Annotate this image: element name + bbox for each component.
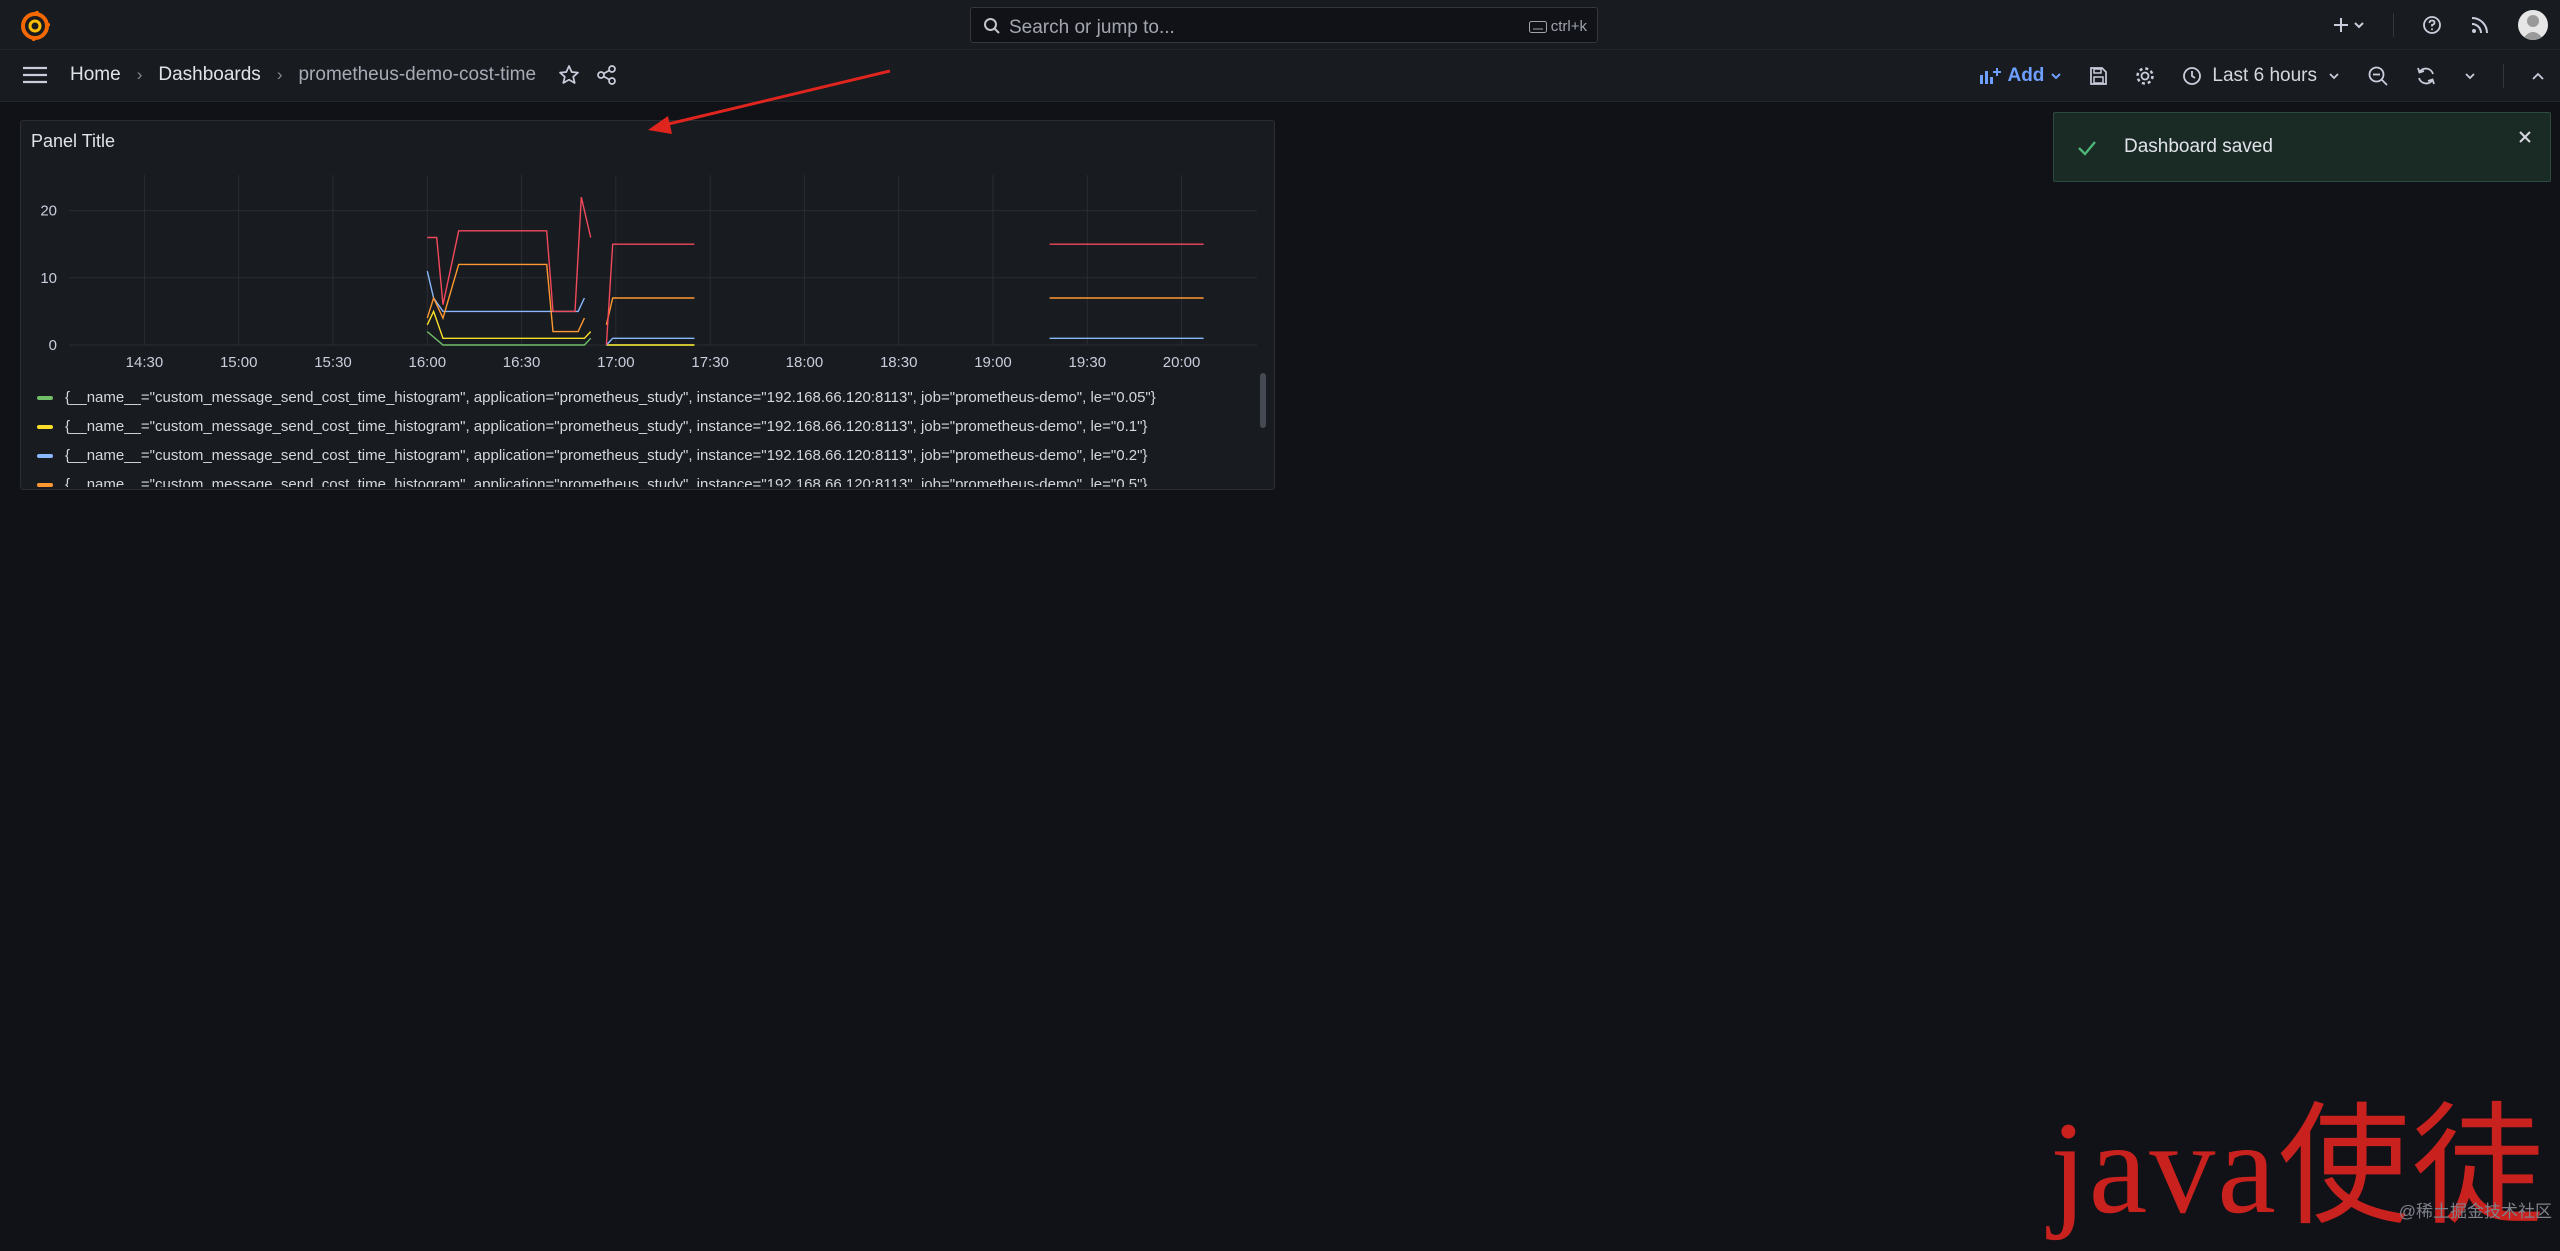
series-line-2 xyxy=(606,338,694,345)
keyboard-icon xyxy=(1529,21,1547,33)
menu-toggle-button[interactable] xyxy=(22,65,48,90)
search-shortcut: ctrl+k xyxy=(1529,18,1587,35)
star-icon xyxy=(558,64,580,86)
user-icon xyxy=(2518,10,2548,40)
top-bar: Search or jump to... ctrl+k xyxy=(0,0,2560,50)
add-button[interactable]: Add xyxy=(1979,65,2062,87)
success-toast: Dashboard saved xyxy=(2053,112,2551,182)
star-button[interactable] xyxy=(558,64,580,86)
rss-icon xyxy=(2470,15,2490,35)
legend-item[interactable]: {__name__="custom_message_send_cost_time… xyxy=(37,441,1262,470)
breadcrumb: Home › Dashboards › prometheus-demo-cost… xyxy=(70,64,618,86)
time-range-label: Last 6 hours xyxy=(2212,65,2317,87)
legend-swatch xyxy=(37,396,53,400)
gear-icon xyxy=(2134,65,2156,87)
divider xyxy=(2503,64,2504,88)
share-icon xyxy=(596,64,618,86)
legend-item[interactable]: {__name__="custom_message_send_cost_time… xyxy=(37,383,1262,412)
grafana-logo-icon[interactable] xyxy=(20,11,50,41)
refresh-interval-dropdown[interactable] xyxy=(2463,71,2477,81)
legend-swatch xyxy=(37,454,53,458)
x-tick-label: 19:30 xyxy=(1069,354,1107,371)
toast-close-button[interactable] xyxy=(2516,128,2534,151)
breadcrumb-current-dashboard: prometheus-demo-cost-time xyxy=(298,64,536,86)
y-tick-label: 10 xyxy=(40,270,57,287)
series-line-1 xyxy=(427,311,590,338)
toast-message: Dashboard saved xyxy=(2124,136,2273,158)
hamburger-icon xyxy=(22,65,48,85)
save-dashboard-button[interactable] xyxy=(2088,66,2108,86)
top-right-actions xyxy=(2333,0,2548,50)
x-tick-label: 15:30 xyxy=(314,354,352,371)
check-icon xyxy=(2076,137,2098,164)
help-button[interactable] xyxy=(2422,15,2442,35)
dashboard-nav-bar: Home › Dashboards › prometheus-demo-cost… xyxy=(0,50,2560,102)
user-avatar[interactable] xyxy=(2518,10,2548,40)
time-series-panel[interactable]: Panel Title 14:3015:0015:3016:0016:3017:… xyxy=(20,120,1275,490)
legend-label: {__name__="custom_message_send_cost_time… xyxy=(65,447,1147,464)
add-panel-icon xyxy=(1979,67,2001,85)
time-range-picker[interactable]: Last 6 hours xyxy=(2182,65,2341,87)
help-icon xyxy=(2422,15,2442,35)
watermark-text: java使徒 xyxy=(2050,1060,2546,1251)
legend-swatch xyxy=(37,483,53,487)
refresh-icon xyxy=(2415,65,2437,87)
save-icon xyxy=(2088,66,2108,86)
search-icon xyxy=(983,17,1001,40)
legend-label: {__name__="custom_message_send_cost_time… xyxy=(65,418,1147,435)
dashboard-settings-button[interactable] xyxy=(2134,65,2156,87)
x-tick-label: 14:30 xyxy=(126,354,164,371)
add-button-label: Add xyxy=(2007,65,2044,87)
legend-swatch xyxy=(37,425,53,429)
dashboard-toolbar: Add Last 6 hours xyxy=(1979,50,2546,102)
zoom-out-button[interactable] xyxy=(2367,65,2389,87)
x-tick-label: 15:00 xyxy=(220,354,258,371)
search-input[interactable]: Search or jump to... ctrl+k xyxy=(970,7,1598,43)
chevron-right-icon: › xyxy=(137,65,143,85)
y-tick-label: 0 xyxy=(49,337,57,354)
search-placeholder: Search or jump to... xyxy=(1009,17,1175,39)
collapse-toolbar-button[interactable] xyxy=(2530,70,2546,82)
footer-watermark: @稀土掘金技术社区 xyxy=(2399,1197,2552,1222)
x-tick-label: 18:00 xyxy=(786,354,824,371)
chevron-right-icon: › xyxy=(277,65,283,85)
legend-scrollbar[interactable] xyxy=(1260,373,1266,428)
chevron-down-icon xyxy=(2327,71,2341,81)
plus-icon xyxy=(2333,16,2365,34)
new-menu-button[interactable] xyxy=(2333,16,2365,34)
x-tick-label: 20:00 xyxy=(1163,354,1201,371)
legend-label: {__name__="custom_message_send_cost_time… xyxy=(65,389,1156,406)
series-line-4 xyxy=(606,244,694,345)
x-tick-label: 17:00 xyxy=(597,354,635,371)
x-tick-label: 16:30 xyxy=(503,354,541,371)
series-line-4 xyxy=(427,197,590,311)
legend-label: {__name__="custom_message_send_cost_time… xyxy=(65,476,1147,487)
legend-item[interactable]: {__name__="custom_message_send_cost_time… xyxy=(37,470,1262,487)
chart-legend: {__name__="custom_message_send_cost_time… xyxy=(37,383,1262,487)
share-button[interactable] xyxy=(596,64,618,86)
breadcrumb-home[interactable]: Home xyxy=(70,64,121,86)
x-tick-label: 19:00 xyxy=(974,354,1012,371)
x-tick-label: 17:30 xyxy=(691,354,729,371)
search-shortcut-text: ctrl+k xyxy=(1551,18,1587,35)
y-tick-label: 20 xyxy=(40,203,57,220)
time-series-chart[interactable]: 14:30 15:00 15:30 16:00 16:30 17:00 17:30 18:00… xyxy=(21,121,1276,383)
breadcrumb-dashboards[interactable]: Dashboards xyxy=(158,64,260,86)
x-tick-label: 16:00 xyxy=(409,354,447,371)
series-line-3 xyxy=(427,264,584,331)
divider xyxy=(2393,13,2394,37)
zoom-out-icon xyxy=(2367,65,2389,87)
series-line-3 xyxy=(606,298,694,325)
x-tick-label: 18:30 xyxy=(880,354,918,371)
refresh-button[interactable] xyxy=(2415,65,2437,87)
close-icon xyxy=(2516,128,2534,146)
chevron-down-icon xyxy=(2050,71,2062,81)
chevron-down-icon xyxy=(2463,71,2477,81)
news-button[interactable] xyxy=(2470,15,2490,35)
legend-item[interactable]: {__name__="custom_message_send_cost_time… xyxy=(37,412,1262,441)
chevron-up-icon xyxy=(2530,70,2546,82)
clock-icon xyxy=(2182,66,2202,86)
